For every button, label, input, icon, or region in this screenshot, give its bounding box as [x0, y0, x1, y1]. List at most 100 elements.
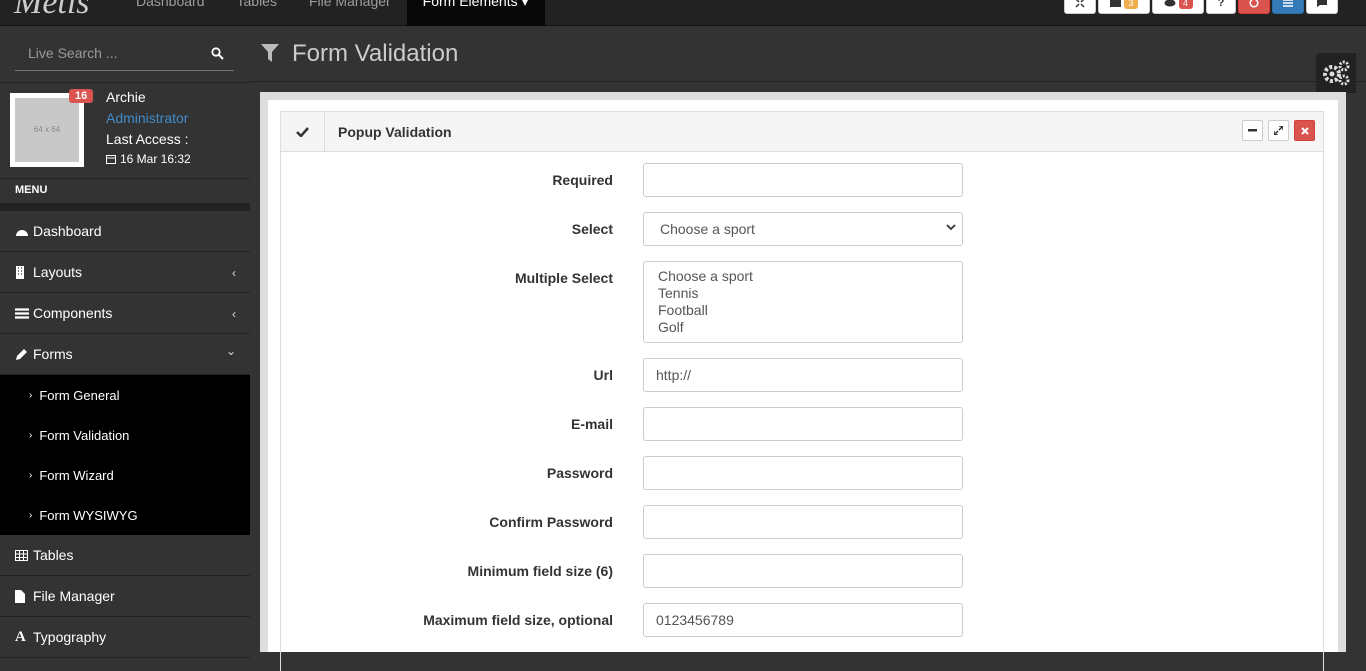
check-icon	[296, 127, 309, 137]
minus-icon	[1248, 129, 1257, 132]
sidebar-subitem-form-wysiwyg[interactable]: › Form WYSIWYG	[0, 495, 250, 535]
sport-select[interactable]: Choose a sport	[643, 212, 963, 246]
confirm-password-input[interactable]	[643, 505, 963, 539]
main-content: Form Validation Popup Validation Require…	[250, 26, 1366, 671]
sidebar-subitem-form-wizard[interactable]: › Form Wizard	[0, 455, 250, 495]
close-icon	[1300, 126, 1309, 135]
nav-tables[interactable]: Tables	[221, 0, 293, 26]
sidebar-item-tables[interactable]: Tables	[0, 535, 250, 576]
select-value: Choose a sport	[660, 221, 755, 237]
sidebar-item-dashboard[interactable]: Dashboard	[0, 211, 250, 252]
expand-button[interactable]	[1268, 120, 1289, 141]
expand-icon	[1075, 0, 1085, 8]
sidebar-item-label: Tables	[33, 547, 74, 563]
multiple-select[interactable]: Choose a sport Tennis Football Golf	[643, 261, 963, 343]
filter-icon	[261, 44, 279, 62]
question-icon: ?	[1217, 0, 1225, 9]
email-input[interactable]	[643, 407, 963, 441]
sidebar-item-label: Layouts	[33, 264, 83, 280]
power-button[interactable]	[1238, 0, 1270, 14]
required-input[interactable]	[643, 163, 963, 197]
sidebar: Live Search ... 64 x 64 16 Archie Admini…	[0, 26, 250, 658]
box-header: Popup Validation	[281, 112, 1323, 152]
font-icon: A	[15, 628, 26, 645]
top-navbar: Metis Dashboard Tables File Manager Form…	[0, 0, 1366, 26]
toggle-menu-button[interactable]	[1272, 0, 1304, 14]
min-size-input[interactable]	[643, 554, 963, 588]
page-title: Form Validation	[292, 40, 459, 67]
max-size-label: Maximum field size, optional	[423, 612, 613, 628]
chevron-left-icon: ‹	[232, 307, 236, 321]
box-tools	[1237, 120, 1315, 141]
page-header: Form Validation	[250, 26, 1366, 82]
sidebar-item-label: Components	[33, 305, 113, 321]
last-access-label: Last Access :	[106, 131, 189, 147]
sidebar-menu: Dashboard Layouts ‹ Components ‹ Forms ⌄…	[0, 203, 250, 658]
sidebar-item-components[interactable]: Components ‹	[0, 293, 250, 334]
multiple-select-label: Multiple Select	[514, 270, 613, 286]
dashboard-icon	[16, 229, 28, 236]
top-buttons: 3 4 ?	[1062, 0, 1338, 14]
sidebar-subitem-label: Form Wizard	[39, 467, 114, 483]
user-role[interactable]: Administrator	[106, 110, 188, 126]
bars-icon	[1283, 0, 1293, 7]
option[interactable]: Choose a sport	[658, 268, 948, 285]
sidebar-item-file-manager[interactable]: File Manager	[0, 576, 250, 617]
sidebar-item-label: Dashboard	[33, 223, 102, 239]
settings-toggle[interactable]	[1316, 53, 1356, 93]
nav-dashboard[interactable]: Dashboard	[120, 0, 221, 26]
nav-file-manager[interactable]: File Manager	[293, 0, 407, 26]
option[interactable]: Football	[658, 302, 948, 319]
sidebar-subitem-form-general[interactable]: › Form General	[0, 375, 250, 415]
search-input[interactable]: Live Search ...	[15, 40, 234, 71]
option[interactable]: Tennis	[658, 285, 948, 302]
building-icon	[16, 265, 24, 279]
fullscreen-button[interactable]	[1064, 0, 1096, 14]
last-access: 16 Mar 16:32	[106, 152, 191, 166]
sidebar-subitem-label: Form WYSIWYG	[39, 507, 138, 523]
sidebar-subitem-label: Form Validation	[39, 427, 130, 443]
sidebar-item-label: Typography	[33, 629, 107, 645]
avatar[interactable]: 64 x 64	[10, 93, 84, 167]
messages-button[interactable]: 3	[1098, 0, 1150, 14]
toggle-right-button[interactable]	[1306, 0, 1338, 14]
comment-icon	[1317, 0, 1327, 7]
password-input[interactable]	[643, 456, 963, 490]
chevron-right-icon: ›	[29, 429, 33, 441]
messages-badge: 3	[1124, 0, 1138, 9]
chevron-down-icon: ⌄	[225, 344, 236, 358]
file-icon	[15, 589, 25, 603]
sidebar-item-typography[interactable]: A Typography	[0, 617, 250, 658]
tasks-icon	[15, 307, 29, 319]
url-input[interactable]: http://	[643, 358, 963, 392]
chevron-right-icon: ›	[29, 509, 33, 521]
sidebar-item-forms[interactable]: Forms ⌄	[0, 334, 250, 375]
envelope-icon	[1110, 0, 1121, 7]
user-panel: 64 x 64 16 Archie Administrator Last Acc…	[0, 82, 250, 178]
nav-form-elements[interactable]: Form Elements ▾	[406, 0, 545, 26]
forms-submenu: › Form General › Form Validation › Form Wiz…	[0, 375, 250, 535]
popup-validation-box: Popup Validation Required Select Choose …	[280, 111, 1324, 671]
option[interactable]: Golf	[658, 319, 948, 336]
close-button[interactable]	[1294, 120, 1315, 141]
search-icon[interactable]	[211, 47, 224, 60]
help-button[interactable]: ?	[1206, 0, 1236, 14]
minimize-button[interactable]	[1242, 120, 1263, 141]
comments-button[interactable]: 4	[1152, 0, 1204, 14]
last-access-date: 16 Mar 16:32	[120, 152, 191, 166]
sidebar-subitem-label: Form General	[39, 387, 120, 403]
avatar-placeholder: 64 x 64	[15, 98, 79, 162]
box-icon	[281, 112, 325, 152]
select-label: Select	[571, 221, 613, 237]
expand-icon	[1274, 126, 1283, 135]
sidebar-subitem-form-validation[interactable]: › Form Validation	[0, 415, 250, 455]
menu-header: MENU	[0, 178, 250, 202]
chevron-down-icon	[946, 224, 956, 231]
user-badge: 16	[69, 89, 94, 103]
logo[interactable]: Metis	[14, 0, 90, 20]
sidebar-item-layouts[interactable]: Layouts ‹	[0, 252, 250, 293]
min-size-label: Minimum field size (6)	[467, 563, 613, 579]
max-size-input[interactable]: 0123456789	[643, 603, 963, 637]
url-label: Url	[593, 367, 613, 383]
sidebar-item-label: File Manager	[33, 588, 115, 604]
